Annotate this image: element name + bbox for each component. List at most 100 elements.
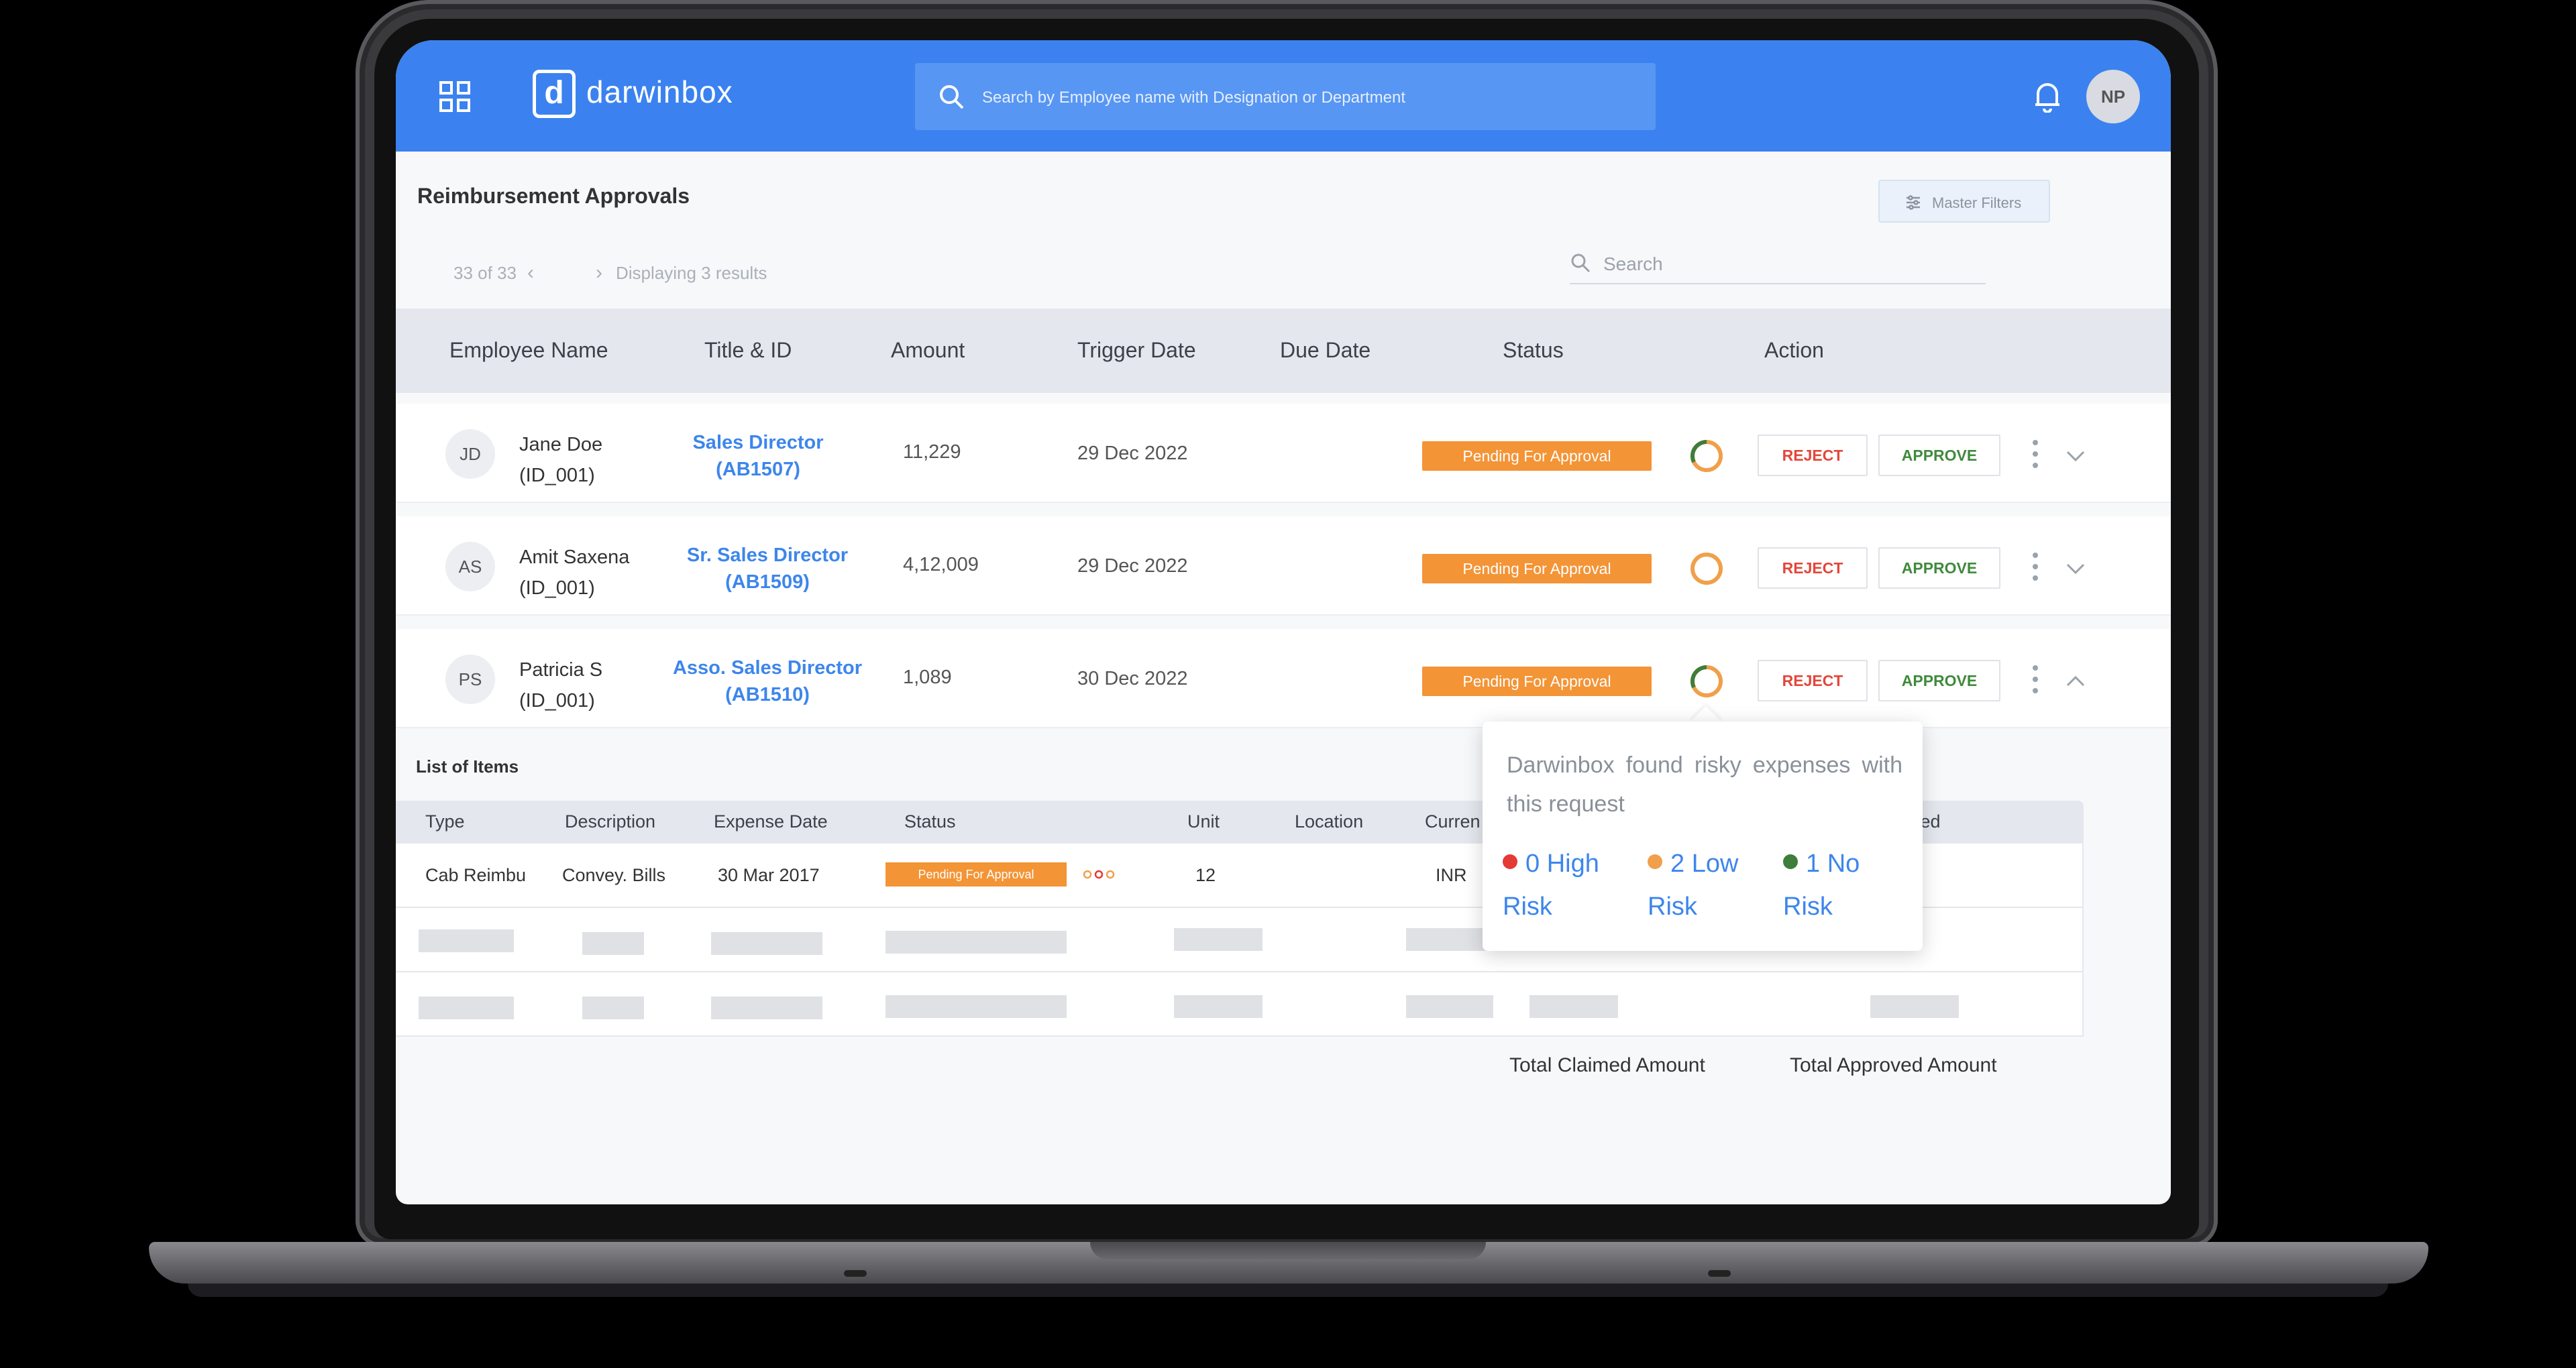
items-row-placeholder [396, 972, 2084, 1037]
total-claimed-label: Total Claimed Amount [1509, 1054, 1705, 1076]
items-col-type: Type [425, 811, 465, 832]
trigger-date: 29 Dec 2022 [1077, 555, 1188, 577]
col-action: Action [1764, 338, 1824, 362]
skeleton-cell [1870, 995, 1959, 1018]
risk-ring-icon[interactable] [1689, 664, 1724, 699]
reject-button[interactable]: REJECT [1758, 547, 1868, 589]
items-col-status: Status [904, 811, 956, 832]
filter-icon [1907, 195, 1920, 210]
items-title: List of Items [416, 756, 519, 777]
col-employee-name: Employee Name [449, 338, 608, 362]
table-row[interactable]: AS Amit Saxena (ID_001) Sr. Sales Directo… [396, 516, 2171, 616]
employee-title-id[interactable]: (AB1507) [657, 456, 859, 483]
col-status: Status [1503, 338, 1564, 362]
col-due-date: Due Date [1280, 338, 1371, 362]
employee-title-link[interactable]: Asso. Sales Director [667, 654, 868, 681]
status-badge: Pending For Approval [1422, 667, 1652, 696]
employee-id: (ID_001) [519, 577, 595, 599]
skeleton-cell [885, 995, 1067, 1018]
search-icon [1571, 253, 1591, 273]
item-type: Cab Reimbu [425, 865, 527, 885]
app-screen: d darwinbox Search by Employee name with… [396, 40, 2171, 1204]
col-amount: Amount [891, 338, 965, 362]
chevron-left-icon[interactable]: ‹ [527, 262, 534, 284]
approve-button[interactable]: APPROVE [1878, 435, 2000, 476]
chevron-up-icon[interactable] [2062, 668, 2089, 695]
trigger-date: 30 Dec 2022 [1077, 668, 1188, 689]
laptop-notch [1090, 1242, 1486, 1259]
top-bar: d darwinbox Search by Employee name with… [396, 40, 2171, 152]
item-unit: 12 [1195, 865, 1216, 885]
item-currency: INR [1436, 865, 1467, 885]
table-search-input[interactable]: Search [1570, 247, 1986, 284]
kebab-icon[interactable] [2029, 663, 2042, 696]
skeleton-cell [1174, 928, 1263, 951]
reject-button[interactable]: REJECT [1758, 660, 1868, 701]
risk-high: 0 High Risk [1503, 842, 1630, 928]
risk-no-dot [1783, 854, 1798, 869]
employee-name: Patricia S [519, 659, 603, 681]
grid-icon[interactable] [439, 80, 471, 113]
skeleton-cell [711, 932, 822, 955]
risk-low: 2 Low Risk [1648, 842, 1775, 928]
risk-tooltip: Darwinbox found risky expenses with this… [1483, 722, 1923, 951]
item-expense-date: 30 Mar 2017 [718, 865, 820, 885]
risk-low-dot [1648, 854, 1662, 869]
kebab-icon[interactable] [2029, 437, 2042, 471]
approve-button[interactable]: APPROVE [1878, 547, 2000, 589]
laptop-foot [1708, 1270, 1731, 1277]
skeleton-cell [582, 932, 644, 955]
avatar: JD [445, 429, 495, 479]
trigger-date: 29 Dec 2022 [1077, 443, 1188, 464]
approve-button[interactable]: APPROVE [1878, 660, 2000, 701]
table-row[interactable]: JD Jane Doe (ID_001) Sales Director (AB150… [396, 404, 2171, 503]
items-col-expense-date: Expense Date [714, 811, 828, 832]
page-title: Reimbursement Approvals [417, 184, 690, 208]
table-row[interactable]: PS Patricia S (ID_001) Asso. Sales Direct… [396, 629, 2171, 728]
risk-no: 1 No Risk [1783, 842, 1904, 928]
employee-title-id[interactable]: (AB1510) [667, 681, 868, 708]
chevron-down-icon[interactable] [2062, 555, 2089, 582]
employee-title-link[interactable]: Sales Director [657, 429, 859, 456]
avatar: AS [445, 542, 495, 591]
status-badge: Pending For Approval [1422, 441, 1652, 471]
bell-icon[interactable] [2033, 80, 2062, 113]
item-description: Convey. Bills [562, 865, 666, 885]
search-icon [940, 85, 964, 109]
table-header: Employee Name Title & ID Amount Trigger … [396, 308, 2171, 393]
employee-title-link[interactable]: Sr. Sales Director [667, 542, 868, 569]
pager-info: Displaying 3 results [616, 263, 767, 283]
reject-button[interactable]: REJECT [1758, 435, 1868, 476]
pager-count: 33 of 33 [453, 263, 517, 283]
amount: 11,229 [903, 441, 961, 463]
skeleton-cell [419, 929, 514, 952]
items-col-currency: Curren [1425, 811, 1481, 832]
skeleton-cell [1529, 995, 1618, 1018]
status-badge: Pending For Approval [1422, 554, 1652, 583]
employee-id: (ID_001) [519, 465, 595, 486]
skeleton-cell [885, 931, 1067, 954]
chevron-down-icon[interactable] [2062, 443, 2089, 469]
item-status-badge: Pending For Approval [885, 862, 1067, 887]
laptop-foot [844, 1270, 867, 1277]
col-trigger-date: Trigger Date [1077, 338, 1196, 362]
master-filters-button[interactable]: Master Filters [1878, 180, 2050, 223]
user-avatar[interactable]: NP [2086, 70, 2140, 123]
global-search-input[interactable]: Search by Employee name with Designation… [915, 63, 1656, 130]
skeleton-cell [419, 996, 514, 1019]
chevron-right-icon[interactable]: › [596, 262, 602, 284]
employee-name: Jane Doe [519, 434, 603, 455]
laptop-base-shadow [188, 1284, 2388, 1297]
risk-dots-icon [1083, 870, 1115, 879]
logo-mark: d [533, 70, 576, 118]
employee-title-id[interactable]: (AB1509) [667, 569, 868, 595]
items-col-location: Location [1295, 811, 1364, 832]
risk-ring-icon[interactable] [1689, 551, 1724, 586]
employee-name: Amit Saxena [519, 547, 630, 568]
risk-ring-icon[interactable] [1689, 439, 1724, 473]
kebab-icon[interactable] [2029, 550, 2042, 583]
total-approved-label: Total Approved Amount [1790, 1054, 1997, 1076]
tooltip-message: Darwinbox found risky expenses with this… [1507, 752, 1902, 817]
skeleton-cell [582, 996, 644, 1019]
global-search-placeholder: Search by Employee name with Designation… [982, 89, 1405, 107]
